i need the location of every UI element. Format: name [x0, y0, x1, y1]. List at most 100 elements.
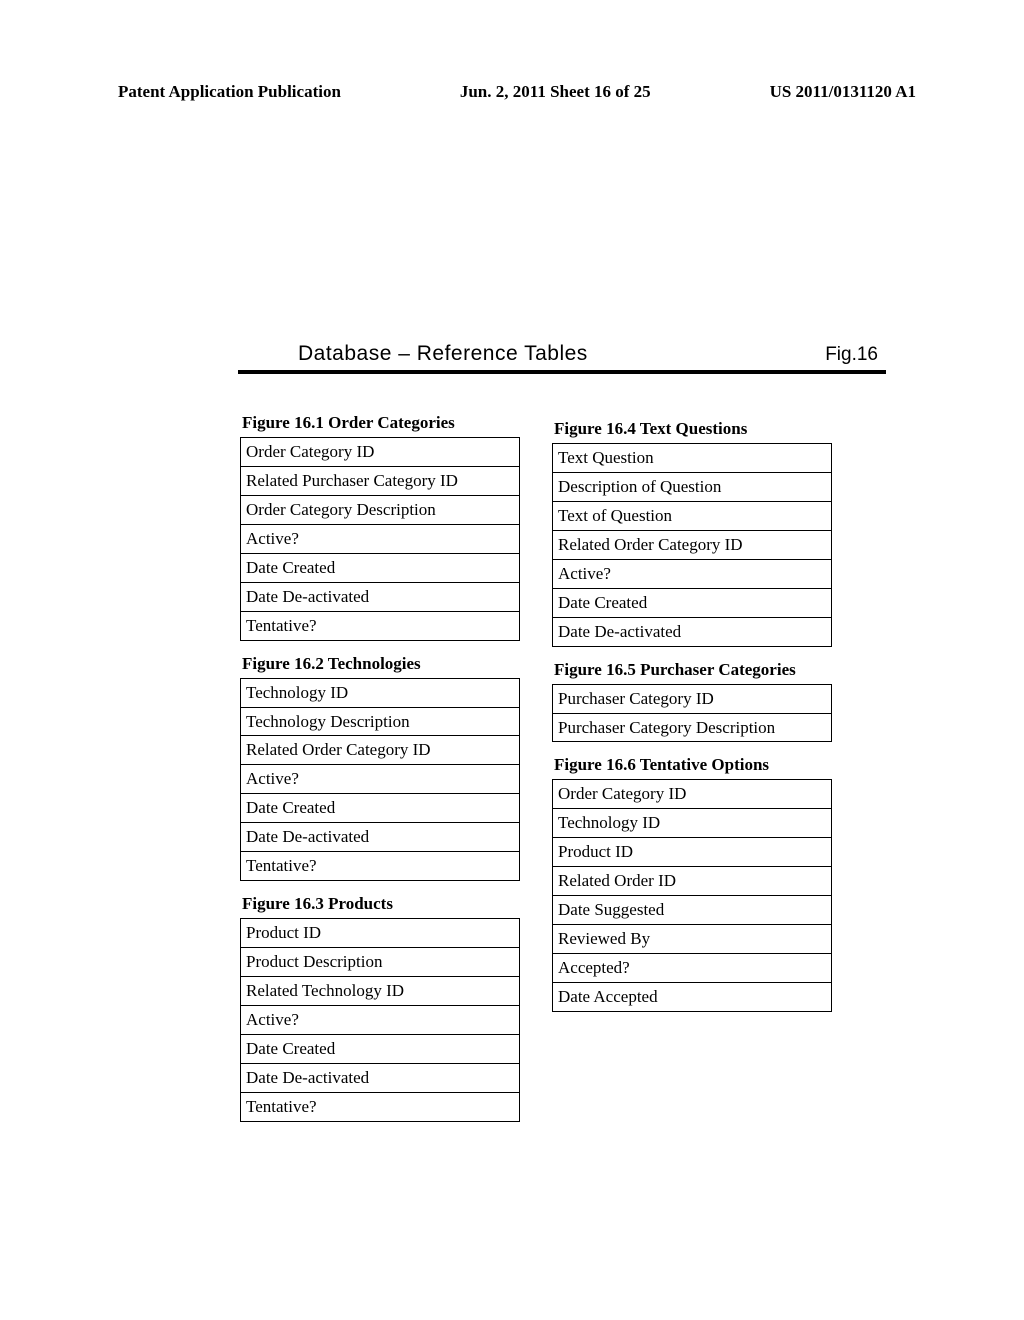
field-cell: Reviewed By — [553, 925, 832, 954]
figure-number-label: Fig.16 — [825, 344, 878, 366]
field-cell: Related Order Category ID — [241, 736, 520, 765]
header-left: Patent Application Publication — [118, 82, 341, 102]
field-cell: Date De-activated — [553, 617, 832, 646]
table-row: Active? — [553, 559, 832, 588]
figure-main-title: Database – Reference Tables — [298, 342, 588, 366]
table-row: Active? — [241, 765, 520, 794]
table-caption: Figure 16.2 Technologies — [240, 651, 520, 678]
table-row: Active? — [241, 524, 520, 553]
field-cell: Technology Description — [241, 707, 520, 736]
table-row: Date Created — [241, 553, 520, 582]
db-table: Product ID Product Description Related T… — [240, 918, 520, 1122]
table-row: Date Suggested — [553, 896, 832, 925]
field-cell: Active? — [241, 765, 520, 794]
table-row: Product ID — [553, 838, 832, 867]
table-products: Figure 16.3 Products Product ID Product … — [240, 891, 520, 1122]
db-table: Order Category ID Technology ID Product … — [552, 779, 832, 1012]
table-row: Date De-activated — [241, 1063, 520, 1092]
table-row: Accepted? — [553, 954, 832, 983]
field-cell: Date Created — [241, 794, 520, 823]
table-row: Date De-activated — [241, 582, 520, 611]
field-cell: Date De-activated — [241, 1063, 520, 1092]
header-right: US 2011/0131120 A1 — [770, 82, 916, 102]
table-caption: Figure 16.1 Order Categories — [240, 410, 520, 437]
field-cell: Date Created — [553, 588, 832, 617]
table-row: Date De-activated — [241, 823, 520, 852]
right-column: Figure 16.4 Text Questions Text Question… — [552, 416, 832, 1132]
table-row: Related Technology ID — [241, 977, 520, 1006]
table-caption: Figure 16.5 Purchaser Categories — [552, 657, 832, 684]
field-cell: Date Suggested — [553, 896, 832, 925]
table-caption: Figure 16.3 Products — [240, 891, 520, 918]
table-row: Description of Question — [553, 472, 832, 501]
table-row: Order Category ID — [553, 780, 832, 809]
field-cell: Related Technology ID — [241, 977, 520, 1006]
table-purchaser-categories: Figure 16.5 Purchaser Categories Purchas… — [552, 657, 832, 743]
field-cell: Accepted? — [553, 954, 832, 983]
field-cell: Description of Question — [553, 472, 832, 501]
table-row: Date Created — [241, 794, 520, 823]
table-row: Purchaser Category ID — [553, 684, 832, 713]
patent-page: Patent Application Publication Jun. 2, 2… — [0, 0, 1024, 1192]
db-table: Technology ID Technology Description Rel… — [240, 678, 520, 882]
table-tentative-options: Figure 16.6 Tentative Options Order Cate… — [552, 752, 832, 1012]
field-cell: Purchaser Category Description — [553, 713, 832, 742]
field-cell: Order Category ID — [241, 438, 520, 467]
field-cell: Order Category ID — [553, 780, 832, 809]
field-cell: Product Description — [241, 948, 520, 977]
field-cell: Date Created — [241, 1034, 520, 1063]
table-row: Related Purchaser Category ID — [241, 466, 520, 495]
table-row: Related Order Category ID — [241, 736, 520, 765]
table-caption: Figure 16.6 Tentative Options — [552, 752, 832, 779]
field-cell: Related Order ID — [553, 867, 832, 896]
table-row: Text Question — [553, 444, 832, 473]
table-row: Tentative? — [241, 611, 520, 640]
table-row: Related Order Category ID — [553, 530, 832, 559]
field-cell: Tentative? — [241, 852, 520, 881]
field-cell: Purchaser Category ID — [553, 684, 832, 713]
db-table: Order Category ID Related Purchaser Cate… — [240, 437, 520, 641]
table-row: Related Order ID — [553, 867, 832, 896]
field-cell: Text of Question — [553, 501, 832, 530]
tables-columns: Figure 16.1 Order Categories Order Categ… — [240, 410, 916, 1132]
field-cell: Date Accepted — [553, 983, 832, 1012]
field-cell: Technology ID — [553, 809, 832, 838]
left-column: Figure 16.1 Order Categories Order Categ… — [240, 410, 520, 1132]
table-text-questions: Figure 16.4 Text Questions Text Question… — [552, 416, 832, 647]
figure-title-bar: Database – Reference Tables Fig.16 — [238, 342, 886, 374]
table-row: Order Category ID — [241, 438, 520, 467]
table-row: Technology ID — [241, 678, 520, 707]
db-table: Purchaser Category ID Purchaser Category… — [552, 684, 832, 743]
table-row: Purchaser Category Description — [553, 713, 832, 742]
page-header: Patent Application Publication Jun. 2, 2… — [118, 82, 916, 102]
table-row: Date Accepted — [553, 983, 832, 1012]
table-caption: Figure 16.4 Text Questions — [552, 416, 832, 443]
table-row: Date De-activated — [553, 617, 832, 646]
field-cell: Related Purchaser Category ID — [241, 466, 520, 495]
table-row: Technology Description — [241, 707, 520, 736]
field-cell: Date De-activated — [241, 823, 520, 852]
field-cell: Active? — [241, 1005, 520, 1034]
table-row: Text of Question — [553, 501, 832, 530]
field-cell: Active? — [553, 559, 832, 588]
table-row: Technology ID — [553, 809, 832, 838]
field-cell: Date Created — [241, 553, 520, 582]
table-row: Product Description — [241, 948, 520, 977]
table-row: Order Category Description — [241, 495, 520, 524]
field-cell: Product ID — [241, 919, 520, 948]
table-row: Date Created — [553, 588, 832, 617]
field-cell: Related Order Category ID — [553, 530, 832, 559]
header-mid: Jun. 2, 2011 Sheet 16 of 25 — [460, 82, 651, 102]
field-cell: Order Category Description — [241, 495, 520, 524]
field-cell: Technology ID — [241, 678, 520, 707]
table-row: Date Created — [241, 1034, 520, 1063]
field-cell: Active? — [241, 524, 520, 553]
field-cell: Text Question — [553, 444, 832, 473]
field-cell: Tentative? — [241, 1092, 520, 1121]
table-row: Active? — [241, 1005, 520, 1034]
table-technologies: Figure 16.2 Technologies Technology ID T… — [240, 651, 520, 882]
table-row: Tentative? — [241, 1092, 520, 1121]
field-cell: Product ID — [553, 838, 832, 867]
field-cell: Tentative? — [241, 611, 520, 640]
table-order-categories: Figure 16.1 Order Categories Order Categ… — [240, 410, 520, 641]
